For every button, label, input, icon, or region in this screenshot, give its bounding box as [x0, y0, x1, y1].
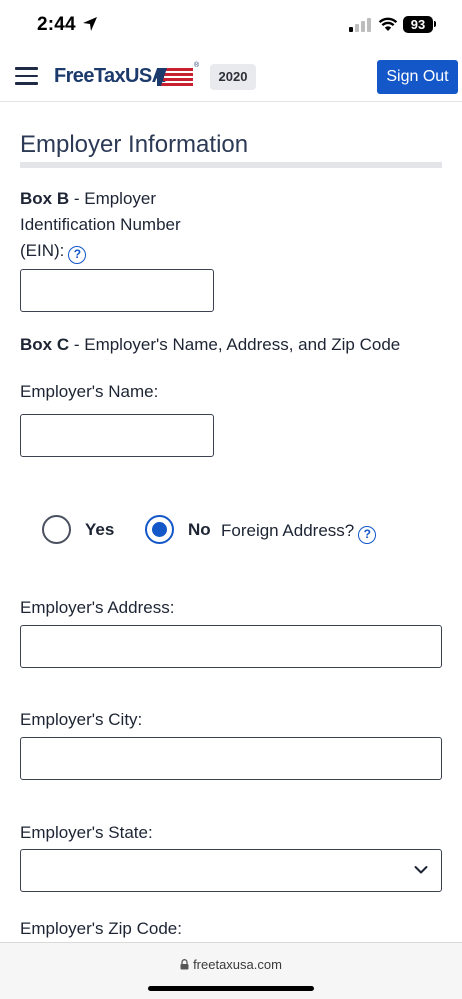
- employer-zip-label: Employer's Zip Code:: [20, 919, 182, 938]
- battery-tip: [434, 21, 436, 27]
- title-divider: [20, 162, 442, 168]
- foreign-address-no-radio[interactable]: [145, 515, 174, 544]
- location-arrow-icon: [83, 17, 97, 31]
- employer-address-input[interactable]: [20, 625, 442, 668]
- employer-city-label: Employer's City:: [20, 710, 143, 729]
- box-b-line1: - Employer: [69, 189, 157, 208]
- employer-city-input[interactable]: [20, 737, 442, 780]
- status-time: 2:44: [37, 14, 76, 35]
- box-b-bold: Box B: [20, 189, 70, 208]
- menu-icon[interactable]: [15, 67, 38, 85]
- logo-trademark: ®: [194, 62, 200, 69]
- box-c-rest: - Employer's Name, Address, and Zip Code: [69, 335, 401, 354]
- logo-text: FreeTaxUSA: [54, 65, 166, 87]
- yes-label[interactable]: Yes: [85, 520, 114, 540]
- box-b-line3: (EIN):: [20, 241, 65, 260]
- flag-stripes-icon: [157, 68, 193, 86]
- app-header: FreeTaxUSA ® 2020 Sign Out: [0, 52, 462, 102]
- page-title: Employer Information: [20, 131, 249, 158]
- browser-address-bar[interactable]: freetaxusa.com: [0, 942, 462, 999]
- employer-name-input[interactable]: [20, 414, 214, 457]
- no-label[interactable]: No: [188, 520, 211, 540]
- foreign-address-yes-radio[interactable]: [42, 515, 71, 544]
- employer-address-label: Employer's Address:: [20, 598, 175, 617]
- foreign-address-help-icon[interactable]: ?: [358, 526, 377, 544]
- ein-help-icon[interactable]: ?: [68, 246, 87, 264]
- tax-year-badge: 2020: [210, 64, 256, 90]
- foreign-address-text: Foreign Address?: [221, 521, 355, 540]
- box-c-bold: Box C: [20, 335, 70, 354]
- employer-state-label: Employer's State:: [20, 823, 153, 842]
- chevron-down-icon: [414, 866, 428, 874]
- cellular-signal-icon: [349, 18, 371, 32]
- employer-name-label: Employer's Name:: [20, 382, 159, 401]
- status-bar: 2:44 93: [0, 0, 462, 52]
- lock-icon: [180, 959, 189, 970]
- box-b-label: Box B - Employer Identification Number (…: [20, 186, 181, 264]
- employer-state-select[interactable]: [20, 849, 442, 892]
- ein-input[interactable]: [20, 269, 214, 312]
- foreign-address-radio-group: Yes No Foreign Address??: [42, 514, 442, 546]
- box-b-line2: Identification Number: [20, 215, 181, 234]
- url-display[interactable]: freetaxusa.com: [0, 957, 462, 972]
- url-text: freetaxusa.com: [193, 957, 282, 972]
- box-c-label: Box C - Employer's Name, Address, and Zi…: [20, 332, 400, 358]
- foreign-address-question: Foreign Address??: [221, 521, 377, 544]
- sign-out-button[interactable]: Sign Out: [377, 60, 458, 94]
- battery-icon: 93: [403, 16, 433, 33]
- home-indicator[interactable]: [148, 986, 314, 991]
- wifi-icon: [378, 17, 398, 31]
